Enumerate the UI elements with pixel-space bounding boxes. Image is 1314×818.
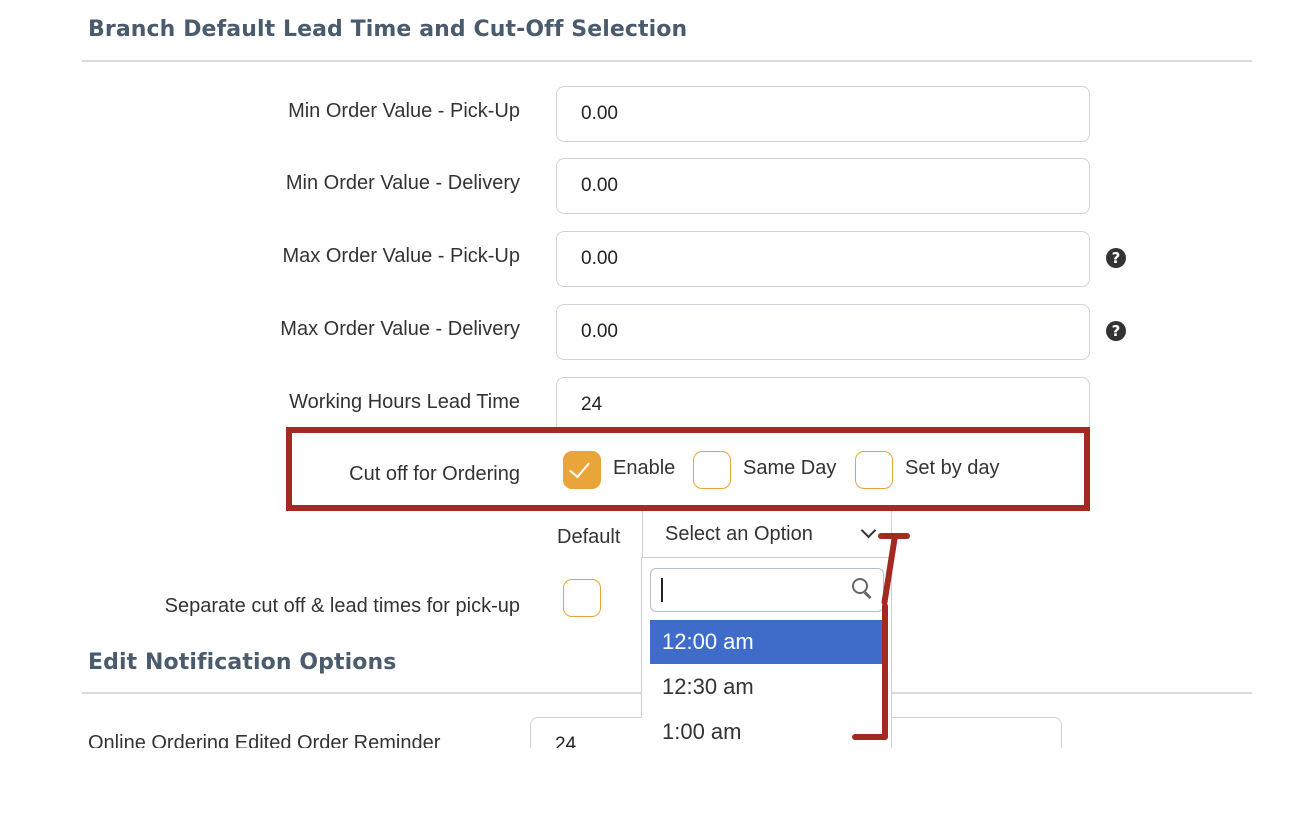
set-by-day-checkbox[interactable] bbox=[855, 451, 893, 489]
min-pickup-input[interactable]: 0.00 bbox=[556, 86, 1090, 142]
min-delivery-label: Min Order Value - Delivery bbox=[285, 172, 520, 194]
separate-cutoff-checkbox[interactable] bbox=[563, 579, 601, 617]
same-day-checkbox[interactable] bbox=[693, 451, 731, 489]
section-title-lead-time: Branch Default Lead Time and Cut-Off Sel… bbox=[88, 17, 688, 42]
time-dropdown: 12:00 am 12:30 am 1:00 am bbox=[641, 557, 892, 748]
max-pickup-input[interactable]: 0.00 bbox=[556, 231, 1090, 287]
min-pickup-label: Min Order Value - Pick-Up bbox=[288, 100, 520, 122]
section-divider bbox=[82, 60, 1252, 62]
help-icon[interactable]: ? bbox=[1106, 321, 1126, 341]
min-delivery-input[interactable]: 0.00 bbox=[556, 158, 1090, 214]
max-delivery-label: Max Order Value - Delivery bbox=[280, 318, 520, 340]
text-caret bbox=[661, 578, 663, 602]
default-label: Default bbox=[557, 526, 621, 548]
set-by-day-label: Set by day bbox=[905, 457, 1000, 479]
check-icon bbox=[569, 456, 590, 479]
cutoff-label: Cut off for Ordering bbox=[349, 463, 520, 485]
enable-label: Enable bbox=[613, 457, 676, 479]
enable-checkbox[interactable] bbox=[563, 451, 601, 489]
same-day-label: Same Day bbox=[743, 457, 837, 479]
dropdown-search-input[interactable] bbox=[650, 568, 884, 612]
select-value: Select an Option bbox=[665, 523, 813, 545]
default-time-select[interactable]: Select an Option bbox=[642, 511, 892, 557]
max-delivery-input[interactable]: 0.00 bbox=[556, 304, 1090, 360]
max-pickup-label: Max Order Value - Pick-Up bbox=[282, 245, 520, 267]
lead-time-label: Working Hours Lead Time bbox=[289, 391, 520, 413]
lead-time-input[interactable]: 24 bbox=[556, 377, 1090, 433]
section-divider bbox=[892, 692, 1252, 694]
reminder-input-edge bbox=[892, 717, 1062, 748]
reminder-input[interactable]: 24 bbox=[530, 717, 642, 748]
dropdown-option[interactable]: 12:30 am bbox=[650, 665, 884, 709]
settings-panel: Branch Default Lead Time and Cut-Off Sel… bbox=[0, 0, 1314, 748]
help-icon[interactable]: ? bbox=[1106, 248, 1126, 268]
section-title-notifications: Edit Notification Options bbox=[88, 650, 397, 675]
reminder-label: Online Ordering Edited Order Reminder bbox=[88, 732, 441, 748]
section-divider bbox=[82, 692, 642, 694]
separate-cutoff-label: Separate cut off & lead times for pick-u… bbox=[164, 595, 520, 617]
dropdown-option[interactable]: 1:00 am bbox=[650, 710, 884, 748]
chevron-down-icon bbox=[860, 522, 877, 539]
dropdown-option[interactable]: 12:00 am bbox=[650, 620, 884, 664]
